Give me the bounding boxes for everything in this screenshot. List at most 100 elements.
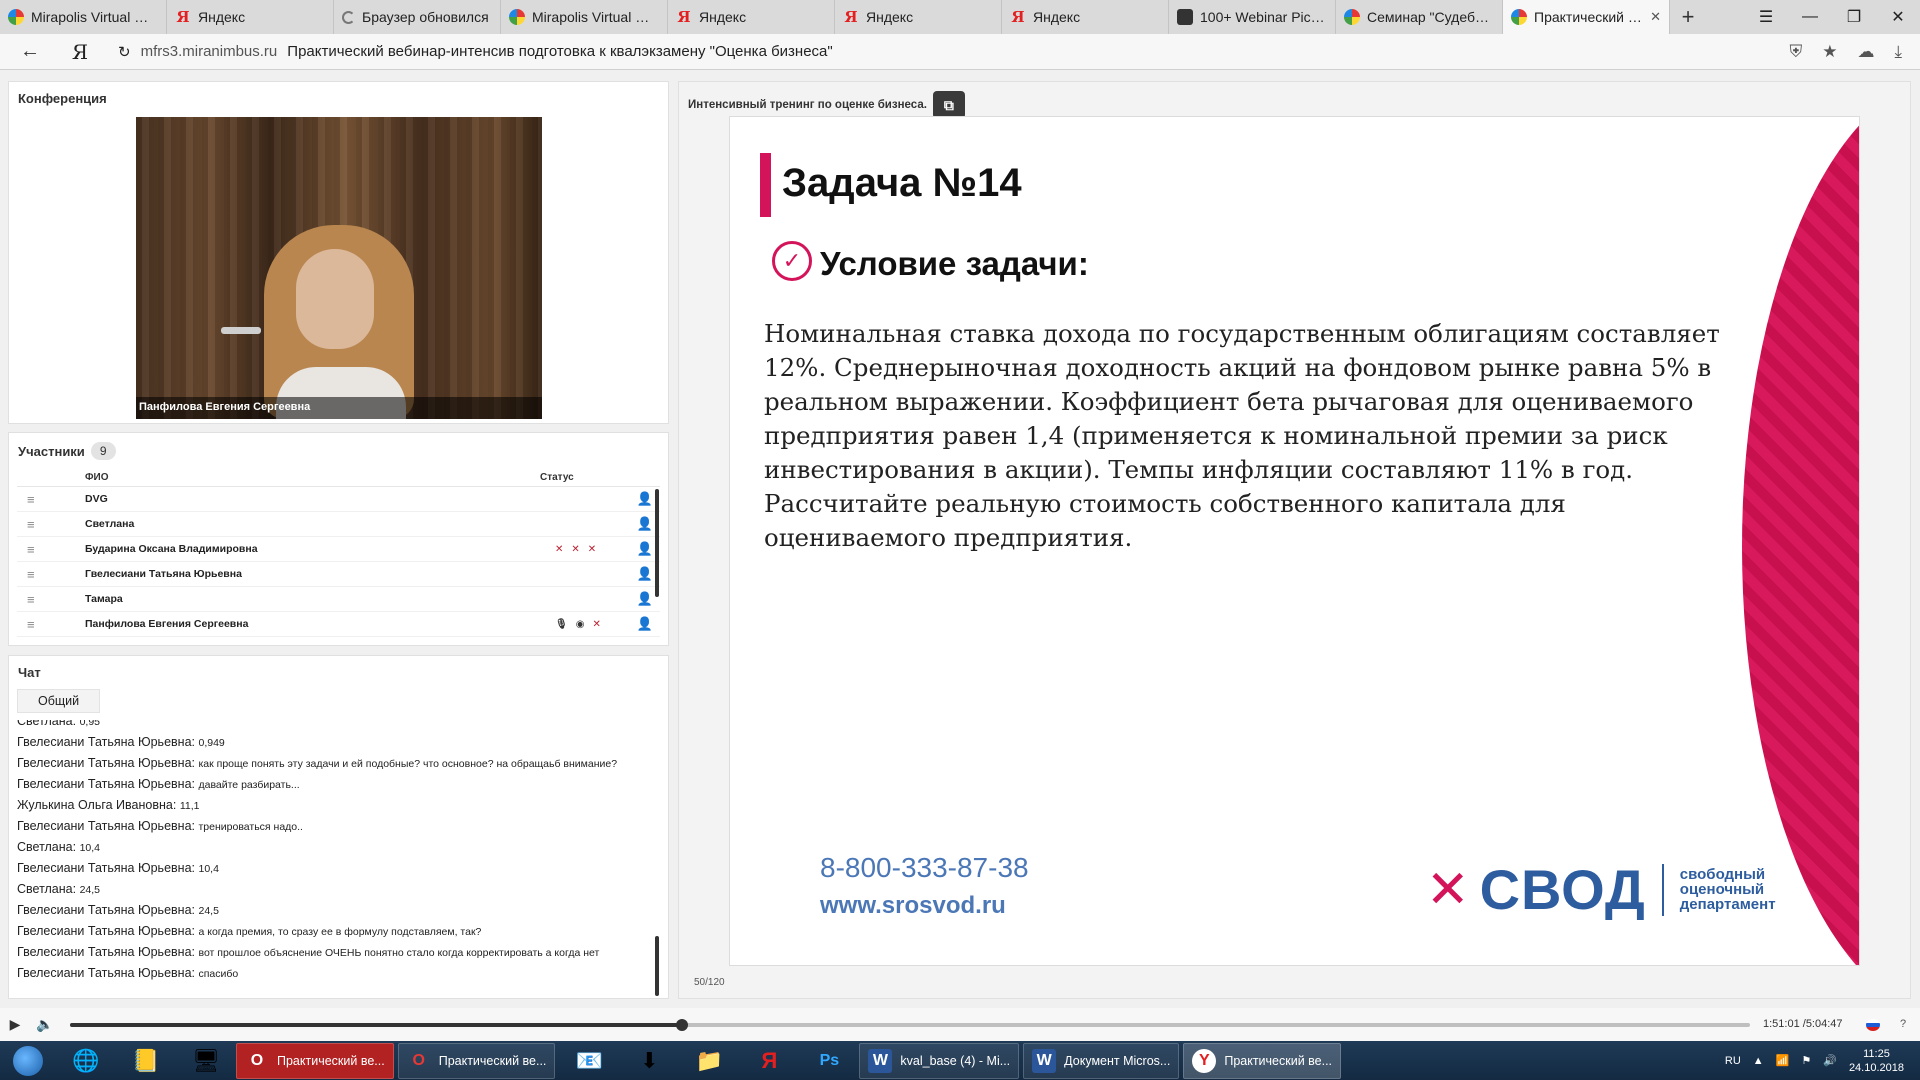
browser-tab[interactable]: Я Яндекс [167, 0, 334, 34]
progress-track[interactable] [70, 1019, 1750, 1031]
column-status: Статус [540, 472, 574, 483]
slide: Задача №14 ✓ Условие задачи: Номинальная… [729, 116, 1860, 966]
windows-logo-icon [13, 1045, 43, 1076]
browser-tab[interactable]: Я Яндекс [668, 0, 835, 34]
taskbar-app[interactable]: W Документ Micros... [1023, 1042, 1180, 1079]
webcam-icon[interactable]: ◉ [576, 619, 585, 630]
reload-icon[interactable]: ↻ [118, 43, 131, 61]
browser-tab[interactable]: Я Яндекс [835, 0, 1002, 34]
browser-tab[interactable]: Браузер обновился [334, 0, 501, 34]
taskbar-app[interactable]: Wkval_base (4) - Mi... [859, 1042, 1020, 1079]
chat-messages: Светлана: 0,95 Гвелесиани Татьяна Юрьевн… [17, 720, 652, 998]
help-icon[interactable]: ? [1900, 1018, 1906, 1030]
slide-site: www.srosvod.ru [820, 892, 1006, 919]
windows-taskbar: 🌐 📒 🖥 O Практический ве... O Практический … [0, 1041, 1920, 1080]
chat-message: Гвелесиани Татьяна Юрьевна: 0,949 [17, 735, 225, 749]
speaker-name-caption: Панфилова Евгения Сергеевна [136, 397, 542, 419]
drag-handle-icon[interactable]: ≡ [17, 617, 85, 632]
sync-icon[interactable]: ☁ [1857, 42, 1874, 62]
download-icon[interactable]: ⤓ [1894, 42, 1902, 62]
taskbar-app[interactable]: O Практический ве... [236, 1042, 394, 1079]
protect-icon[interactable]: ⛨ [1789, 42, 1802, 62]
yandex-app-icon[interactable]: Я [739, 1041, 799, 1080]
participants-panel: Участники 9 ФИО Статус ≡ DVG 👤 ≡ Светлан… [8, 432, 669, 646]
yandex-logo-icon[interactable]: Я [60, 40, 100, 64]
player-bar: ▶ 🔈 1:51:01 /5:04:47 ? [0, 1008, 1920, 1041]
new-tab-button[interactable]: + [1670, 0, 1706, 34]
url-field[interactable]: ↻ mfrs3.miranimbus.ru Практический вебин… [100, 43, 1789, 61]
participant-row[interactable]: ≡ Тамара 👤 [17, 587, 660, 612]
participant-row[interactable]: ≡ Светлана 👤 [17, 512, 660, 537]
close-window-icon[interactable]: ✕ [1876, 7, 1920, 27]
chat-scrollbar[interactable] [655, 936, 659, 996]
chat-message: Светлана: 24,5 [17, 882, 101, 896]
column-fio: ФИО [85, 472, 109, 483]
photoshop-icon[interactable]: Ps [799, 1041, 859, 1080]
clock[interactable]: 11:25 24.10.2018 [1849, 1047, 1904, 1075]
check-circle-icon: ✓ [772, 241, 812, 281]
svod-mark-icon: ✕ [1426, 860, 1470, 919]
tray-arrow-icon[interactable]: ▲ [1753, 1055, 1764, 1067]
participant-row[interactable]: ≡ Панфилова Евгения Сергеевна 🎙 ◉ ✕ 👤 [17, 612, 660, 637]
network-icon[interactable]: 📶 [1776, 1054, 1790, 1067]
mic-icon[interactable]: 🎙 [555, 619, 568, 630]
flag-icon[interactable]: ⚑ [1801, 1054, 1811, 1067]
chat-message: Гвелесиани Татьяна Юрьевна: как проще по… [17, 756, 618, 770]
volume-icon[interactable]: 🔈 [30, 1016, 60, 1033]
russian-flag-icon[interactable] [1866, 1019, 1880, 1031]
page-number: 50/120 [694, 977, 725, 988]
progress-knob[interactable] [675, 1019, 688, 1031]
browser-tab[interactable]: 100+ Webinar Pictures [1169, 0, 1336, 34]
participant-row[interactable]: ≡ Бударина Оксана Владимировна ✕ ✕ ✕ 👤 [17, 537, 660, 562]
restore-icon[interactable]: ❐ [1832, 7, 1876, 27]
yandex-browser-icon: Y [1192, 1048, 1217, 1073]
close-icon[interactable]: ✕ [1650, 9, 1661, 25]
door-handle [221, 327, 261, 334]
folder-icon[interactable]: 📁 [679, 1041, 739, 1080]
play-icon[interactable]: ▶ [0, 1016, 30, 1033]
ie-icon[interactable]: 🌐 [56, 1041, 116, 1080]
screen-off-icon[interactable]: ✕ [588, 544, 596, 555]
bookmark-star-icon[interactable]: ★ [1822, 42, 1837, 62]
browser-tab[interactable]: Семинар "Судебная о [1336, 0, 1503, 34]
drag-handle-icon[interactable]: ≡ [17, 517, 85, 532]
drag-handle-icon[interactable]: ≡ [17, 567, 85, 582]
taskbar-app[interactable]: O Практический ве... [397, 1042, 556, 1079]
mirapolis-icon [1511, 9, 1527, 25]
screen-off-icon[interactable]: ✕ [592, 619, 600, 630]
taskbar-app[interactable]: Y Практический ве... [1183, 1042, 1342, 1079]
address-bar: ← Я ↻ mfrs3.miranimbus.ru Практический в… [0, 34, 1920, 70]
browser-tab-active[interactable]: Практический веб ✕ [1503, 0, 1670, 34]
back-arrow-icon[interactable]: ← [0, 40, 60, 63]
participants-scrollbar[interactable] [655, 489, 659, 597]
start-button[interactable] [0, 1041, 56, 1080]
browser-tab[interactable]: Mirapolis Virtual Room [501, 0, 668, 34]
chat-message: Светлана: 0,95 [17, 720, 101, 728]
participant-name: Панфилова Евгения Сергеевна [85, 618, 249, 630]
speaker-video[interactable]: Панфилова Евгения Сергеевна [136, 117, 542, 419]
participant-row[interactable]: ≡ DVG 👤 [17, 487, 660, 512]
url-host: mfrs3.miranimbus.ru [140, 43, 278, 60]
utorrent-icon[interactable]: ⬇ [619, 1041, 679, 1080]
terminal-icon[interactable]: 🖥 [176, 1041, 236, 1080]
speaker-icon[interactable]: 🔊 [1823, 1054, 1837, 1067]
yandex-icon: Я [677, 8, 691, 26]
mic-off-icon[interactable]: ✕ [555, 544, 563, 555]
outlook-icon[interactable]: 📧 [559, 1041, 619, 1080]
chat-message: Гвелесиани Татьяна Юрьевна: 10,4 [17, 861, 219, 875]
notepad-icon[interactable]: 📒 [116, 1041, 176, 1080]
drag-handle-icon[interactable]: ≡ [17, 492, 85, 507]
browser-tab[interactable]: Mirapolis Virtual Room [0, 0, 167, 34]
mirapolis-icon [1344, 9, 1360, 25]
chat-tab-general[interactable]: Общий [17, 689, 101, 713]
minimize-icon[interactable]: — [1788, 8, 1832, 26]
camera-off-icon[interactable]: ✕ [571, 544, 579, 555]
drag-handle-icon[interactable]: ≡ [17, 542, 85, 557]
participant-row[interactable]: ≡ Гвелесиани Татьяна Юрьевна 👤 [17, 562, 660, 587]
drag-handle-icon[interactable]: ≡ [17, 592, 85, 607]
browser-tab[interactable]: Я Яндекс [1002, 0, 1169, 34]
loading-icon [342, 10, 355, 24]
language-indicator[interactable]: RU [1725, 1055, 1741, 1067]
popout-icon[interactable]: ⧉ [932, 91, 965, 119]
menu-icon[interactable]: ☰ [1744, 7, 1788, 27]
